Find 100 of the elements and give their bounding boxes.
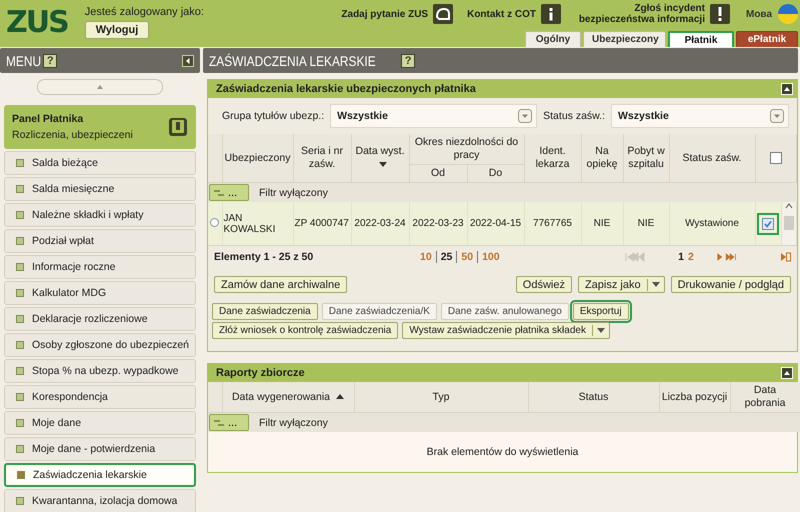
bullet-icon	[16, 289, 24, 297]
page-link[interactable]: 1	[678, 251, 684, 263]
column-header[interactable]: Ubezpieczony	[222, 134, 293, 182]
menu-item[interactable]: Salda bieżące	[4, 151, 196, 175]
menu-item-label: Informacje roczne	[32, 261, 116, 273]
menu-item-label: Stopa % na ubezp. wypadkowe	[32, 365, 179, 377]
column-header[interactable]: Status	[528, 382, 659, 412]
column-header[interactable]: Data wyst.	[351, 134, 409, 182]
menu-item[interactable]: Korespondencja	[4, 385, 196, 409]
page-size-link[interactable]: 25	[436, 251, 452, 263]
menu-item-label: Moje dane - potwierdzenia	[32, 443, 156, 455]
tab[interactable]: ePłatnik	[736, 31, 798, 47]
item-count: Elementy 1 - 25 z 50	[214, 251, 314, 263]
filter-label: Status zaśw.:	[543, 110, 606, 122]
caret-icon[interactable]	[596, 328, 605, 333]
panel-header[interactable]: Panel Płatnika Rozliczenia, ubezpieczeni	[4, 105, 196, 149]
bullet-icon	[16, 341, 24, 349]
header-link[interactable]: Kontakt z COT	[467, 8, 536, 20]
menu-item[interactable]: Stopa % na ubezp. wypadkowe	[4, 359, 196, 383]
bullet-icon	[16, 263, 24, 271]
chat-icon[interactable]	[433, 4, 454, 24]
column-header[interactable]: Liczba pozycji	[659, 382, 730, 412]
menu-item-label: Kalkulator MDG	[32, 287, 106, 299]
row-radio[interactable]	[210, 218, 220, 226]
section-title: Raporty zbiorcze	[216, 367, 305, 379]
header-link[interactable]: Zadaj pytanie ZUS	[341, 8, 428, 20]
menu-item[interactable]: Kalkulator MDG	[4, 281, 196, 305]
exclamation-icon[interactable]	[710, 4, 730, 24]
menu-item[interactable]: Podział wpłat	[4, 229, 196, 253]
help-button[interactable]: ?	[43, 54, 58, 68]
collapse-icon[interactable]	[182, 54, 194, 66]
toolbar-button[interactable]: Odśwież	[516, 276, 572, 293]
panel-title: Panel Płatnika	[12, 113, 84, 125]
column-header: Do	[467, 164, 524, 182]
info-icon[interactable]	[540, 4, 561, 24]
action-button[interactable]: Dane zaświadczenia	[212, 303, 318, 320]
menu-item-label: Deklaracje rozliczeniowe	[32, 313, 148, 325]
action-button[interactable]: Złóż wniosek o kontrolę zaświadczenia	[212, 322, 398, 339]
column-header[interactable]: Status zaśw.	[669, 134, 755, 182]
filter-label: Grupa tytułów ubezp.:	[222, 110, 324, 122]
column-header[interactable]: Pobyt w szpitalu	[623, 134, 669, 182]
bullet-icon	[16, 367, 24, 375]
help-button[interactable]: ?	[401, 54, 416, 68]
table-cell: JAN KOWALSKI	[222, 202, 293, 245]
filter-icon	[214, 418, 224, 426]
menu-item[interactable]: Osoby zgłoszone do ubezpieczeń	[4, 333, 196, 357]
filter-dropdown[interactable]: Wszystkie	[330, 104, 538, 128]
menu-item[interactable]: Salda miesięczne	[4, 177, 196, 201]
bullet-icon	[16, 497, 24, 505]
menu-item[interactable]: Moje dane	[4, 411, 196, 435]
dropdown-button[interactable]: Wystaw zaświadczenie płatnika składek	[402, 322, 610, 339]
filter-button[interactable]: ...	[209, 414, 249, 431]
table-cell: Wystawione	[669, 202, 755, 245]
column-header[interactable]: Data wygenerowania	[222, 382, 354, 412]
tab[interactable]: Płatnik	[668, 31, 734, 47]
column-header: Okres niezdolności do pracy	[409, 134, 524, 164]
caret-icon	[518, 109, 532, 123]
table-cell: ZP 4000747	[293, 202, 351, 245]
toolbar-button[interactable]: Zamów dane archiwalne	[214, 276, 348, 293]
menu-item[interactable]: Zaświadczenia lekarskie	[4, 463, 196, 487]
menu-item-label: Podział wpłat	[32, 235, 94, 247]
tab[interactable]: Ogólny	[525, 31, 581, 47]
column-header[interactable]: Na opiekę	[581, 134, 623, 182]
page-title: ZAŚWIADCZENIA LEKARSKIE	[209, 52, 376, 68]
column-header[interactable]: Typ	[354, 382, 528, 412]
language-link[interactable]: Мова	[746, 8, 772, 20]
row-checkbox[interactable]	[762, 218, 774, 230]
caret-icon	[770, 109, 784, 123]
action-button[interactable]: Eksportuj	[572, 303, 629, 320]
menu-item-label: Należne składki i wpłaty	[32, 209, 144, 221]
column-header[interactable]: Data pobrania	[730, 382, 800, 412]
filter-status: Filtr wyłączony	[259, 186, 328, 198]
menu-item[interactable]: Należne składki i wpłaty	[4, 203, 196, 227]
menu-item[interactable]: Moje dane - potwierdzenia	[4, 437, 196, 461]
table-cell: NIE	[623, 202, 669, 245]
flag-icon[interactable]	[778, 4, 798, 24]
bullet-icon	[16, 315, 24, 323]
next-last-icon[interactable]	[717, 252, 737, 262]
column-header[interactable]: Ident. lekarza	[524, 134, 581, 182]
panel-toggle-icon[interactable]	[781, 252, 791, 262]
menu-item[interactable]: Kwarantanna, izolacja domowa	[4, 489, 196, 512]
dropdown-button[interactable]: Zapisz jako	[578, 276, 665, 293]
table-cell: 2022-04-15	[467, 202, 524, 245]
bullet-icon	[17, 471, 25, 479]
bullet-icon	[16, 185, 24, 193]
menu-item[interactable]: Informacje roczne	[4, 255, 196, 279]
logout-button[interactable]: Wyloguj	[84, 21, 150, 39]
menu-item-label: Kwarantanna, izolacja domowa	[32, 495, 178, 507]
filter-dropdown[interactable]: Wszystkie	[611, 104, 789, 128]
filter-button[interactable]: ...	[209, 184, 249, 201]
header-link[interactable]: Zgłoś incydent bezpieczeństwa informacji	[574, 3, 705, 25]
login-label: Jesteś zalogowany jako:	[84, 6, 204, 18]
toolbar-button[interactable]: Drukowanie / podgląd	[670, 276, 791, 293]
select-all-checkbox[interactable]	[770, 152, 782, 164]
caret-icon[interactable]	[652, 282, 660, 287]
bullet-icon	[16, 211, 24, 219]
tab[interactable]: Ubezpieczony	[583, 31, 666, 47]
menu-item[interactable]: Deklaracje rozliczeniowe	[4, 307, 196, 331]
table-cell: 7767765	[524, 202, 581, 245]
column-header[interactable]: Seria i nr zaśw.	[293, 134, 351, 182]
